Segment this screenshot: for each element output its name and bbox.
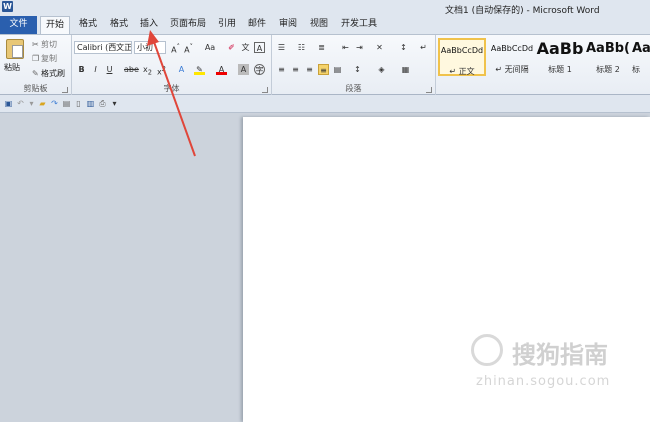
bold-icon[interactable]: B [76,64,87,75]
print-icon[interactable]: ⎙ [98,99,107,108]
phonetic-guide-icon[interactable]: 文 [240,42,251,53]
window-title: 文档1 (自动保存的) - Microsoft Word [445,6,600,16]
grow-font-icon[interactable]: A˄ [170,42,181,55]
align-left-icon[interactable]: ≡ [276,64,287,75]
font-color-icon[interactable]: A [216,64,227,75]
change-case-icon[interactable]: Aa [202,42,218,53]
font-size-combo[interactable]: 小初 [134,41,166,54]
clipboard-group: 粘贴 ✂ 剪切 ❐ 复制 ✎ 格式刷 剪贴板 [0,35,72,95]
style-title[interactable]: Aal 标 [632,38,650,76]
tab-references[interactable]: 引用 [214,16,240,34]
undo-dropdown-icon[interactable]: ▾ [27,99,36,108]
subscript-icon[interactable]: x2 [142,64,153,77]
distributed-icon[interactable]: ▤ [332,64,343,75]
save-icon[interactable]: ▣ [4,99,13,108]
paste-icon[interactable] [6,39,24,59]
tab-mailings[interactable]: 邮件 [244,16,270,34]
copy-icon: ❐ [32,54,40,63]
style-normal[interactable]: AaBbCcDd ↵ 正文 [438,38,486,76]
align-center-icon[interactable]: ≡ [290,64,301,75]
format-painter-button[interactable]: ✎ 格式刷 [32,68,65,79]
brush-icon: ✎ [32,69,39,78]
tab-page-layout[interactable]: 页面布局 [166,16,210,34]
superscript-icon[interactable]: x2 [156,64,167,77]
paragraph-group-label: 段落 [345,84,362,93]
tab-review[interactable]: 审阅 [275,16,301,34]
shading-icon[interactable]: ◈ [376,64,387,75]
align-right-icon[interactable]: ≡ [304,64,315,75]
tab-home[interactable]: 开始 [40,16,70,35]
paste-button-label[interactable]: 粘贴 [4,62,20,73]
cut-button[interactable]: ✂ 剪切 [32,39,57,50]
italic-icon[interactable]: I [90,64,101,75]
underline-icon[interactable]: U [104,64,115,75]
watermark-url: zhinan.sogou.com [476,374,611,389]
font-name-combo[interactable]: Calibri (西文正 [74,41,132,54]
text-effects-icon[interactable]: A [176,64,187,75]
print-preview-icon[interactable]: ▤ [62,99,71,108]
tab-developer[interactable]: 开发工具 [337,16,381,34]
quick-access-toolbar: ▣ ↶ ▾ ▰ ↷ ▤ ▯ ▥ ⎙ ▾ [0,95,650,113]
paragraph-group: ☰ ☷ ≣ ⇤ ⇥ ✕ ↕ ↵ ≡ ≡ ≡ ≡ ▤ ↕ ◈ ▦ 段落 [272,35,436,95]
enclose-characters-icon[interactable]: 字 [254,64,265,75]
new-document-icon[interactable]: ▯ [74,99,83,108]
justify-icon[interactable]: ≡ [318,64,329,75]
tab-insert[interactable]: 插入 [136,16,162,34]
line-spacing-icon[interactable]: ↕ [352,64,363,75]
styles-gallery: AaBbCcDd ↵ 正文 AaBbCcDd ↵ 无间隔 AaBb 标题 1 A… [436,35,650,95]
watermark-text: 搜狗指南 [512,341,608,369]
ribbon: 粘贴 ✂ 剪切 ❐ 复制 ✎ 格式刷 剪贴板 Calibri (西文正 小初 A˄ A… [0,34,650,95]
clear-format-icon[interactable]: ✐ [226,42,237,53]
customize-toolbar-icon[interactable]: ▾ [110,99,119,108]
show-formatting-icon[interactable]: ↵ [418,42,429,53]
style-heading-2[interactable]: AaBb( 标题 2 [584,38,632,76]
character-border-icon[interactable]: A [254,42,265,53]
scissors-icon: ✂ [32,40,39,49]
shrink-font-icon[interactable]: A˅ [183,42,194,55]
font-group-label: 字体 [163,84,180,93]
redo-icon[interactable]: ↷ [50,99,59,108]
chinese-layout-icon[interactable]: ✕ [374,42,385,53]
undo-icon[interactable]: ↶ [16,99,25,108]
bullets-icon[interactable]: ☰ [276,42,287,53]
style-no-spacing[interactable]: AaBbCcDd ↵ 无间隔 [488,38,536,76]
clipboard-launcher-icon[interactable] [62,87,68,93]
copy-button[interactable]: ❐ 复制 [32,53,57,64]
save-as-icon[interactable]: ▥ [86,99,95,108]
font-group: Calibri (西文正 小初 A˄ A˅ Aa ✐ 文 A B I U abe… [72,35,272,95]
decrease-indent-icon[interactable]: ⇤ [340,42,351,53]
borders-icon[interactable]: ▦ [400,64,411,75]
watermark-logo [471,334,503,366]
paragraph-launcher-icon[interactable] [426,87,432,93]
highlight-icon[interactable]: ✎ [194,64,205,75]
clipboard-group-label: 剪贴板 [23,84,48,93]
numbering-icon[interactable]: ☷ [296,42,307,53]
tab-view[interactable]: 视图 [306,16,332,34]
sort-icon[interactable]: ↕ [398,42,409,53]
ribbon-tab-bar: 文件 开始 格式 格式 插入 页面布局 引用 邮件 审阅 视图 开发工具 [0,16,650,35]
style-heading-1[interactable]: AaBb 标题 1 [536,38,584,76]
font-launcher-icon[interactable] [262,87,268,93]
tab-format-2[interactable]: 格式 [105,16,133,34]
open-folder-icon[interactable]: ▰ [38,99,47,108]
multilevel-list-icon[interactable]: ≣ [316,42,327,53]
increase-indent-icon[interactable]: ⇥ [354,42,365,53]
word-app-icon[interactable]: W [2,1,13,12]
title-bar: W 文档1 (自动保存的) - Microsoft Word [0,0,650,16]
character-shading-icon[interactable]: A [238,64,249,75]
strikethrough-icon[interactable]: abe [124,64,139,75]
tab-format-1[interactable]: 格式 [74,16,102,34]
tab-file[interactable]: 文件 [0,16,37,34]
